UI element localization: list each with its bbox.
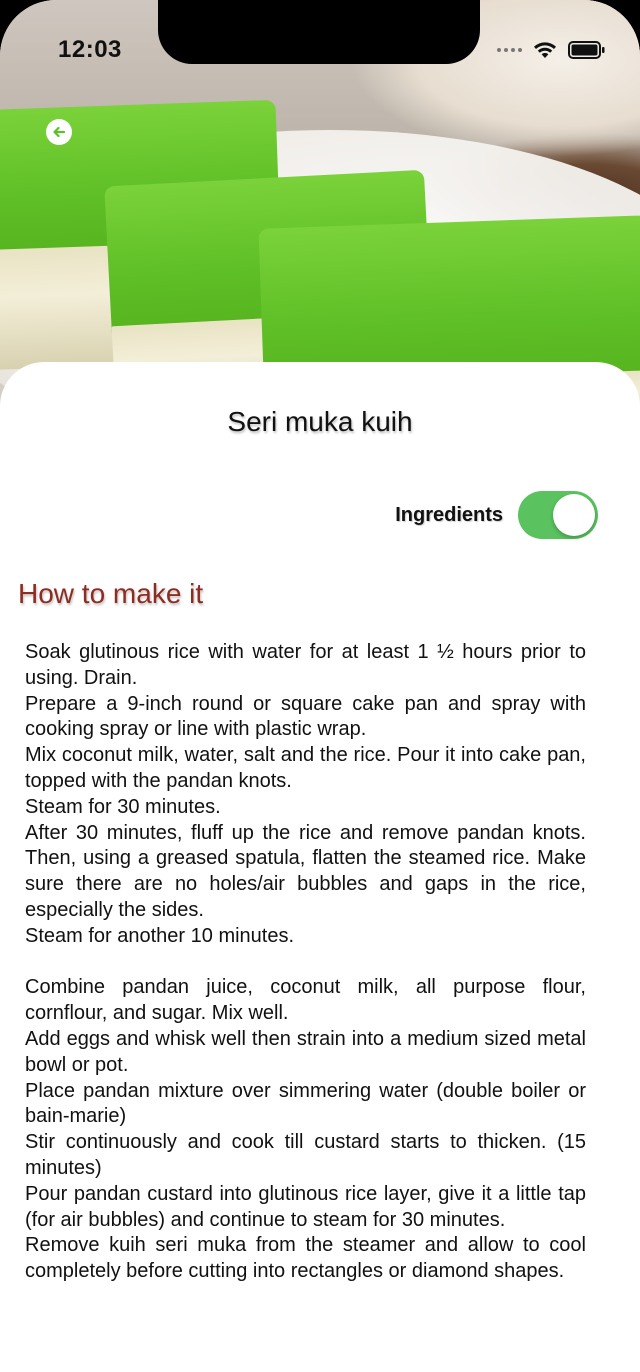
instruction-step: Pour pandan custard into glutinous rice … [25, 1182, 586, 1231]
status-time: 12:03 [58, 36, 122, 63]
wifi-icon [534, 42, 556, 58]
battery-icon [568, 41, 605, 59]
instruction-step: Add eggs and whisk well then strain into… [25, 1027, 586, 1076]
cellular-signal-icon [497, 48, 522, 52]
section-heading: How to make it [18, 578, 204, 609]
back-button[interactable] [46, 119, 72, 145]
instruction-step: After 30 minutes, fluff up the rice and … [25, 821, 586, 921]
instruction-step: Steam for another 10 minutes. [25, 924, 295, 947]
ingredients-toggle-label: Ingredients [395, 504, 503, 526]
device-notch [158, 0, 480, 64]
instructions-text: Soak glutinous rice with water for at le… [25, 640, 586, 1285]
phone-frame: 12:03 Seri muka kuih Ingredients How to … [0, 0, 640, 1372]
instruction-step: Soak glutinous rice with water for at le… [25, 641, 586, 689]
recipe-title: Seri muka kuih [227, 406, 413, 437]
arrow-left-icon [53, 126, 66, 138]
toggle-knob [553, 494, 595, 536]
instruction-step: Mix coconut milk, water, salt and the ri… [25, 744, 586, 792]
instruction-step: Remove kuih seri muka from the steamer a… [25, 1234, 586, 1283]
instruction-step: Steam for 30 minutes. [25, 795, 221, 818]
instruction-step: Prepare a 9-inch round or square cake pa… [25, 692, 586, 741]
ingredients-toggle[interactable] [518, 491, 598, 539]
status-indicators [497, 40, 606, 60]
instruction-step: Stir continuously and cook till custard … [25, 1131, 586, 1179]
instruction-step: Place pandan mixture over simmering wate… [25, 1079, 586, 1128]
instruction-step: Combine pandan juice, coconut milk, all … [25, 976, 586, 1025]
screen: 12:03 Seri muka kuih Ingredients How to … [0, 0, 640, 1372]
